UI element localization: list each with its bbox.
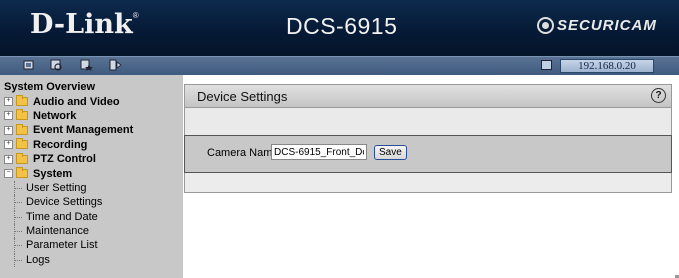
sidebar-item-parameter-list[interactable]: Parameter List <box>4 238 133 253</box>
sidebar-item-label: System <box>33 167 73 180</box>
sidebar-item-network[interactable]: + Network <box>4 109 133 123</box>
sidebar-item-label: Audio and Video <box>33 95 120 108</box>
panel-header: Device Settings ? <box>184 84 672 108</box>
live-video-icon[interactable] <box>23 59 36 71</box>
expand-icon[interactable]: + <box>4 111 13 121</box>
main-content: Device Settings ? Camera Name: Save <box>183 75 679 278</box>
expand-icon[interactable]: + <box>4 154 13 164</box>
setup-icon[interactable] <box>50 59 63 71</box>
folder-icon <box>16 152 28 164</box>
folder-icon <box>16 138 28 150</box>
favorites-icon[interactable] <box>80 59 93 71</box>
sidebar-item-system[interactable]: − System <box>4 166 133 180</box>
expand-icon[interactable]: + <box>4 125 13 135</box>
sidebar-item-system-overview[interactable]: System Overview <box>4 80 133 94</box>
sidebar-item-event-management[interactable]: + Event Management <box>4 123 133 137</box>
sidebar-item-label: Event Management <box>33 124 134 137</box>
sidebar-item-label: Network <box>33 109 77 122</box>
device-settings-form: Camera Name: Save <box>184 135 672 173</box>
sidebar-item-time-and-date[interactable]: Time and Date <box>4 209 133 224</box>
folder-icon <box>16 109 28 121</box>
logo-text: D-Link <box>30 9 133 40</box>
securicam-lens-icon <box>537 16 554 34</box>
logo-registered-mark: ® <box>132 11 139 20</box>
sidebar-item-recording[interactable]: + Recording <box>4 138 133 152</box>
sidebar-item-user-setting[interactable]: User Setting <box>4 180 133 196</box>
sidebar-item-label: PTZ Control <box>33 153 96 166</box>
folder-icon <box>16 95 28 107</box>
sidebar: System Overview + Audio and Video + Networ… <box>0 75 183 278</box>
securicam-wordmark: SECURICAM <box>557 16 657 34</box>
app-header: D-Link® DCS-6915 SECURICAM <box>0 0 679 56</box>
help-icon[interactable]: ? <box>651 88 666 103</box>
panel-footer <box>184 173 672 193</box>
sidebar-item-logs[interactable]: Logs <box>4 252 133 268</box>
sidebar-item-label: Recording <box>33 138 88 151</box>
open-folder-icon <box>16 167 28 179</box>
network-status-icon <box>541 60 552 70</box>
top-toolbar: 192.168.0.20 <box>0 56 679 75</box>
logout-icon[interactable] <box>109 59 122 71</box>
securicam-logo: SECURICAM <box>537 13 657 37</box>
ip-address-display: 192.168.0.20 <box>560 59 654 73</box>
page-title: Device Settings <box>197 89 288 104</box>
expand-icon[interactable]: + <box>4 97 13 107</box>
camera-name-input[interactable] <box>271 144 367 160</box>
sidebar-item-device-settings[interactable]: Device Settings <box>4 195 133 210</box>
save-button[interactable]: Save <box>374 145 407 160</box>
panel-spacer <box>184 108 672 135</box>
model-name: DCS-6915 <box>286 13 398 39</box>
settings-tree: System Overview + Audio and Video + Networ… <box>4 80 133 268</box>
dlink-logo: D-Link® <box>30 9 139 40</box>
sidebar-item-audio-and-video[interactable]: + Audio and Video <box>4 94 133 108</box>
collapse-icon[interactable]: − <box>4 169 13 179</box>
folder-icon <box>16 123 28 135</box>
sidebar-item-maintenance[interactable]: Maintenance <box>4 223 133 239</box>
sidebar-item-ptz-control[interactable]: + PTZ Control <box>4 152 133 166</box>
expand-icon[interactable]: + <box>4 140 13 150</box>
